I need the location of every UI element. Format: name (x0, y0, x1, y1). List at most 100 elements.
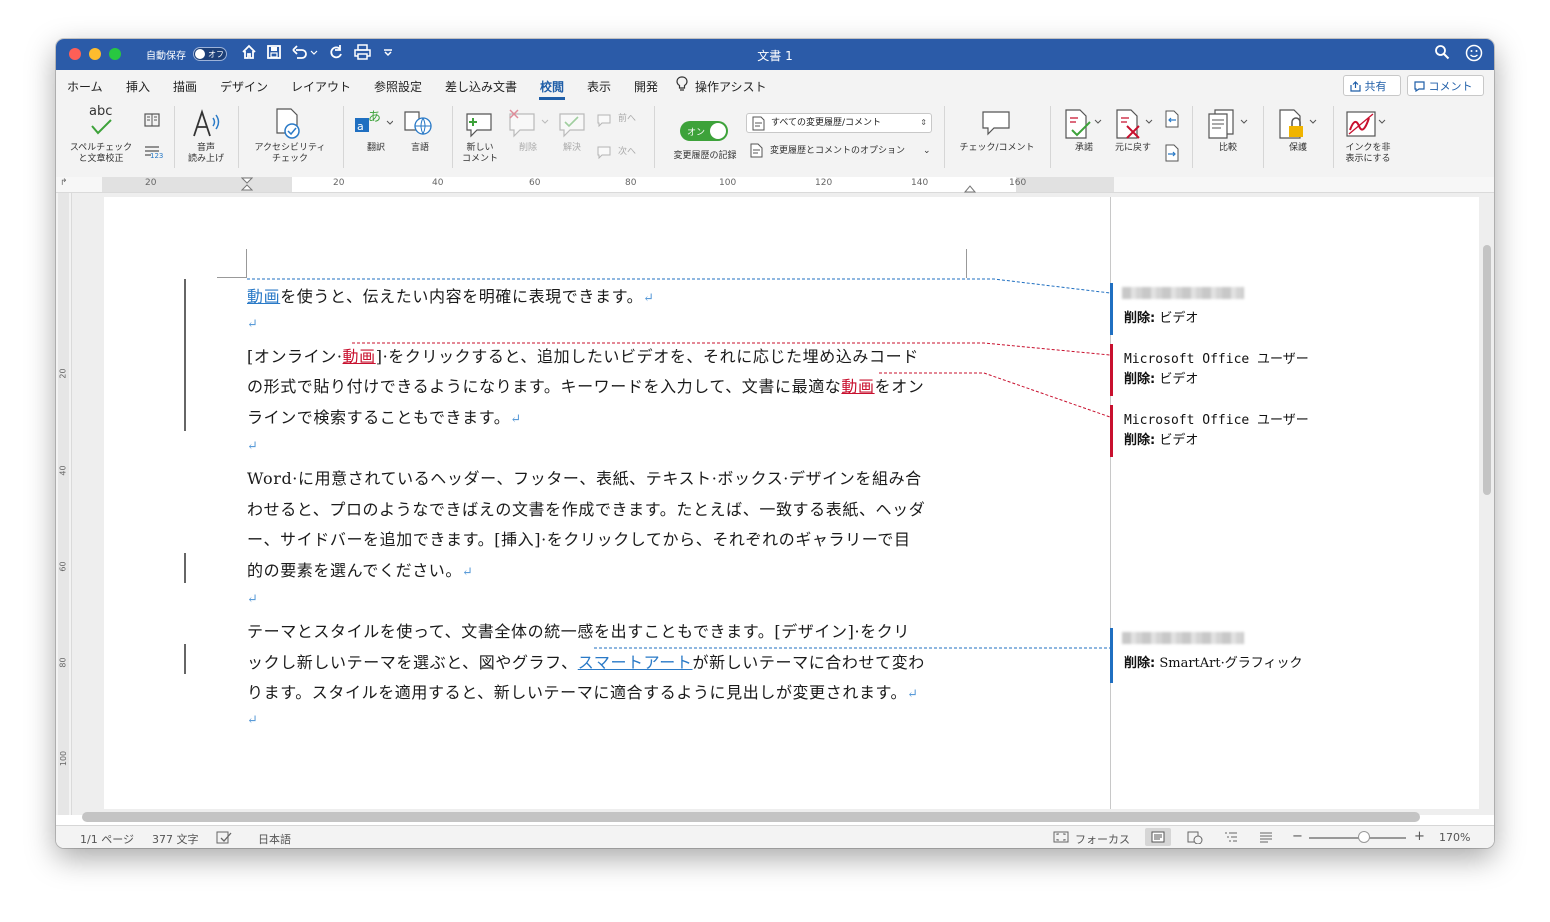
resolve-comment-button[interactable] (556, 108, 588, 138)
web-layout-view-icon[interactable] (1187, 831, 1203, 844)
ribbon-separator (1263, 106, 1264, 168)
balloon-bar (1110, 344, 1113, 396)
draft-view-icon[interactable] (1259, 831, 1273, 843)
markup-select-value: すべての変更履歴/コメント (771, 118, 882, 128)
doc-line: わせると、プロのようなできばえの文書を作成できます。たとえば、一致する表紙、ヘッ… (247, 500, 926, 519)
ribbon-separator (452, 106, 453, 168)
tab-layout[interactable]: レイアウト (291, 78, 351, 95)
ribbon-separator (1333, 106, 1334, 168)
language-button[interactable] (403, 108, 437, 138)
tab-design[interactable]: デザイン (220, 78, 268, 95)
reject-change-button[interactable] (1115, 108, 1157, 140)
next-comment-icon[interactable] (596, 145, 612, 159)
previous-comment-icon[interactable] (596, 113, 612, 127)
paragraph-mark: ↵ (510, 412, 522, 427)
right-indent-marker-icon[interactable] (964, 183, 976, 193)
tab-mailings[interactable]: 差し込み文書 (445, 78, 517, 95)
ribbon-separator (944, 106, 945, 168)
horizontal-scrollbar[interactable] (82, 812, 1420, 822)
svg-text:あ: あ (368, 110, 381, 125)
deleted-text[interactable]: 動画 (343, 347, 376, 366)
doc-line: の形式で貼り付けできるようになります。キーワードを入力して、文書に最適な動画をオ… (247, 373, 924, 397)
track-toggle-knob (710, 123, 726, 139)
ruler-number: 140 (911, 178, 929, 188)
deleted-text[interactable]: 動画 (841, 377, 874, 396)
word-window: 自動保存 オフ 文書 1 ホーム 挿入 描画 デザイン レイアウト 参照設定 差… (56, 39, 1494, 848)
doc-line: ↵ (247, 435, 259, 454)
inserted-text[interactable]: スマートアート (578, 653, 693, 672)
tab-references[interactable]: 参照設定 (374, 78, 422, 95)
indent-marker-icon[interactable] (241, 177, 253, 193)
revision-balloon[interactable]: Microsoft Office ユーザー 削除: ビデオ (1110, 405, 1360, 457)
ruler-number: 100 (719, 178, 737, 188)
comments-button[interactable]: コメント (1407, 75, 1484, 96)
balloon-label: 削除: (1124, 433, 1156, 448)
paragraph-mark: ↵ (247, 713, 259, 728)
inserted-text[interactable]: 動画 (247, 287, 280, 306)
outline-view-icon[interactable] (1224, 831, 1238, 843)
word-count[interactable]: 377 文字 (152, 831, 199, 847)
thesaurus-icon[interactable] (144, 112, 160, 128)
zoom-level[interactable]: 170% (1439, 831, 1470, 844)
language-status[interactable]: 日本語 (258, 831, 291, 847)
search-icon[interactable] (1434, 44, 1450, 60)
doc-line: [オンライン·動画]·をクリックすると、追加したいビデオを、それに応じた埋め込み… (247, 343, 919, 367)
tab-selector-icon[interactable]: ↱ (60, 178, 68, 188)
new-comment-button[interactable] (463, 108, 495, 138)
next-comment-label[interactable]: 次へ (618, 147, 636, 158)
proofing-icon[interactable] (216, 831, 232, 844)
document-page[interactable]: 動画を使うと、伝えたい内容を明確に表現できます。↵ ↵ [オンライン·動画]·を… (104, 197, 1479, 809)
tab-insert[interactable]: 挿入 (126, 78, 150, 95)
tab-developer[interactable]: 開発 (634, 78, 658, 95)
vertical-ruler[interactable]: 20 40 60 80 100 (56, 193, 72, 815)
paragraph-mark: ↵ (247, 592, 259, 607)
share-icon (1350, 81, 1361, 92)
next-change-icon[interactable] (1164, 144, 1180, 162)
tab-review[interactable]: 校閲 (540, 78, 564, 95)
balloon-text: 削除: ビデオ (1124, 429, 1198, 448)
zoom-out-button[interactable]: − (1292, 829, 1303, 844)
zoom-in-button[interactable]: + (1414, 829, 1425, 844)
tab-draw[interactable]: 描画 (173, 78, 197, 95)
revision-balloon[interactable]: 削除: ビデオ (1110, 283, 1360, 335)
track-changes-toggle[interactable]: オン (680, 121, 728, 141)
focus-icon[interactable] (1053, 831, 1069, 843)
protect-button[interactable] (1278, 108, 1320, 140)
revision-balloon[interactable]: Microsoft Office ユーザー 削除: ビデオ (1110, 344, 1360, 396)
chevron-down-icon[interactable]: ⌄ (923, 146, 931, 157)
check-comment-button[interactable] (981, 108, 1011, 138)
balloon-label: 削除: (1124, 372, 1156, 387)
focus-mode-button[interactable]: フォーカス (1075, 831, 1130, 847)
hide-ink-button[interactable] (1345, 108, 1391, 140)
page-count[interactable]: 1/1 ページ (80, 831, 134, 847)
vertical-scrollbar[interactable] (1483, 245, 1491, 495)
zoom-slider-knob[interactable] (1358, 831, 1370, 843)
doc-text: の形式で貼り付けできるようになります。キーワードを入力して、文書に最適な (247, 377, 842, 396)
smiley-icon[interactable] (1465, 44, 1483, 62)
revision-balloon[interactable]: 削除: SmartArt·グラフィック (1110, 628, 1360, 683)
translate-button[interactable]: aあ (353, 108, 393, 138)
tab-tell-me[interactable]: 操作アシスト (695, 78, 767, 95)
ruler-text-area (292, 177, 1016, 192)
horizontal-ruler[interactable]: ↱ 20 20 40 60 80 100 120 140 160 (56, 177, 1494, 193)
ruler-number: 60 (529, 178, 541, 188)
previous-comment-label[interactable]: 前へ (618, 114, 636, 125)
markup-options-button[interactable]: 変更履歴とコメントのオプション (770, 146, 905, 157)
share-label: 共有 (1364, 80, 1387, 93)
accessibility-check-button[interactable] (274, 107, 304, 141)
spelling-label-1: スペルチェック (69, 143, 133, 153)
track-changes-label: 変更履歴の記録 (673, 151, 737, 161)
tab-home[interactable]: ホーム (67, 78, 103, 95)
print-layout-view-icon[interactable] (1145, 828, 1171, 846)
redacted-author (1122, 287, 1244, 299)
doc-line: ラインで検索することもできます。↵ (247, 404, 522, 428)
delete-comment-button[interactable] (506, 108, 550, 138)
markup-select[interactable]: すべての変更履歴/コメント ⇕ (746, 113, 932, 133)
compare-button[interactable] (1207, 108, 1253, 140)
tab-view[interactable]: 表示 (587, 78, 611, 95)
share-button[interactable]: 共有 (1343, 75, 1401, 96)
accept-change-button[interactable] (1064, 108, 1106, 140)
read-aloud-button[interactable] (191, 108, 225, 140)
new-comment-label-2: コメント (461, 154, 498, 164)
previous-change-icon[interactable] (1164, 110, 1180, 128)
